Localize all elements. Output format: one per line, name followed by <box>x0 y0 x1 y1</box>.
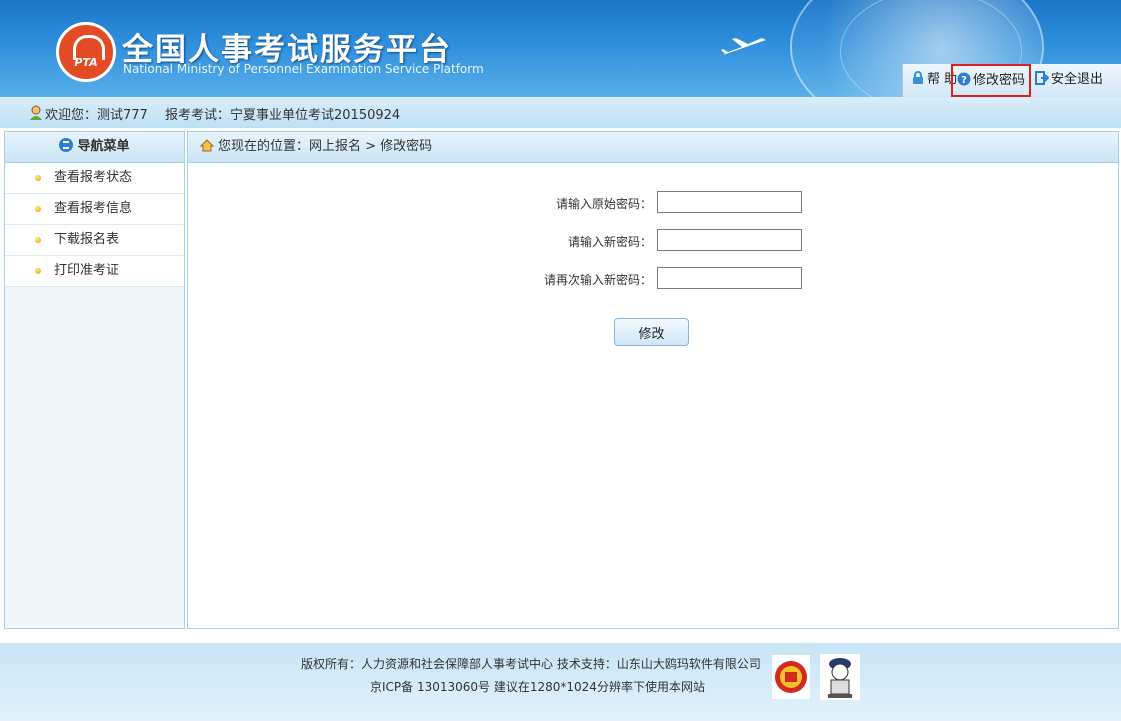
cyber-police-icon <box>820 654 860 700</box>
confirm-password-label: 请再次输入新密码： <box>543 273 652 287</box>
breadcrumb-text: 您现在的位置：网上报名 > 修改密码 <box>218 139 433 154</box>
menu-icon <box>59 138 74 152</box>
change-password-link[interactable]: ? 修改密码 <box>951 64 1032 97</box>
police-badge-icon <box>772 655 810 699</box>
svg-text:?: ? <box>961 75 967 86</box>
bullet-icon <box>35 237 41 243</box>
question-icon: ? <box>957 72 971 86</box>
bullet-icon <box>35 268 41 274</box>
exam-info: 报考考试：宁夏事业单位考试20150924 <box>165 108 401 123</box>
footer: 版权所有：人力资源和社会保障部人事考试中心 技术支持：山东山大鸥玛软件有限公司 … <box>0 643 1121 721</box>
welcome-bar: 欢迎您：测试777 报考考试：宁夏事业单位考试20150924 <box>0 97 1121 128</box>
breadcrumb: 您现在的位置：网上报名 > 修改密码 <box>188 132 1118 163</box>
sidebar-title: 导航菜单 <box>77 139 130 154</box>
sidebar-header: 导航菜单 <box>5 132 184 163</box>
bullet-icon <box>35 175 41 181</box>
logo-text: PTA <box>74 56 98 69</box>
user-icon <box>30 105 42 120</box>
sidebar-item-label: 查看报考状态 <box>54 170 133 185</box>
exit-icon <box>1035 71 1049 85</box>
logout-link[interactable]: 安全退出 <box>1035 64 1103 95</box>
sidebar-nav: 导航菜单 查看报考状态 查看报考信息 下载报名表 打印准考证 <box>4 131 185 629</box>
sidebar-item-download-form[interactable]: 下载报名表 <box>5 225 184 256</box>
old-password-input[interactable] <box>657 191 802 213</box>
change-password-label: 修改密码 <box>973 73 1026 88</box>
header-banner: PTA 全国人事考试服务平台 National Ministry of Pers… <box>0 0 1121 97</box>
home-icon <box>200 139 214 152</box>
site-subtitle: National Ministry of Personnel Examinati… <box>123 62 484 76</box>
footer-copyright: 版权所有：人力资源和社会保障部人事考试中心 技术支持：山东山大鸥玛软件有限公司 <box>301 657 761 671</box>
sidebar-item-label: 下载报名表 <box>54 232 120 247</box>
pta-logo: PTA <box>56 22 116 82</box>
sidebar-item-check-status[interactable]: 查看报考状态 <box>5 163 184 194</box>
main-panel: 您现在的位置：网上报名 > 修改密码 请输入原始密码： 请输入新密码： 请再次输… <box>187 131 1119 629</box>
bullet-icon <box>35 206 41 212</box>
old-password-label: 请输入原始密码： <box>555 197 652 211</box>
sidebar-item-check-info[interactable]: 查看报考信息 <box>5 194 184 225</box>
sidebar-item-label: 打印准考证 <box>54 263 120 278</box>
confirm-password-row: 请再次输入新密码： <box>188 267 1118 291</box>
old-password-row: 请输入原始密码： <box>188 191 1118 215</box>
submit-button[interactable]: 修改 <box>614 318 689 346</box>
lock-icon <box>913 71 923 84</box>
airplane-icon <box>720 38 766 56</box>
sidebar-item-label: 查看报考信息 <box>54 201 133 216</box>
sidebar-item-print-ticket[interactable]: 打印准考证 <box>5 256 184 287</box>
new-password-input[interactable] <box>657 229 802 251</box>
welcome-user: 欢迎您：测试777 <box>45 108 148 123</box>
new-password-row: 请输入新密码： <box>188 229 1118 253</box>
footer-icp: 京ICP备 13013060号 建议在1280*1024分辨率下使用本网站 <box>370 680 705 694</box>
logout-label: 安全退出 <box>1051 72 1104 87</box>
new-password-label: 请输入新密码： <box>567 235 652 249</box>
top-links-bar: 帮 助 ? 修改密码 安全退出 <box>902 64 1121 97</box>
confirm-password-input[interactable] <box>657 267 802 289</box>
